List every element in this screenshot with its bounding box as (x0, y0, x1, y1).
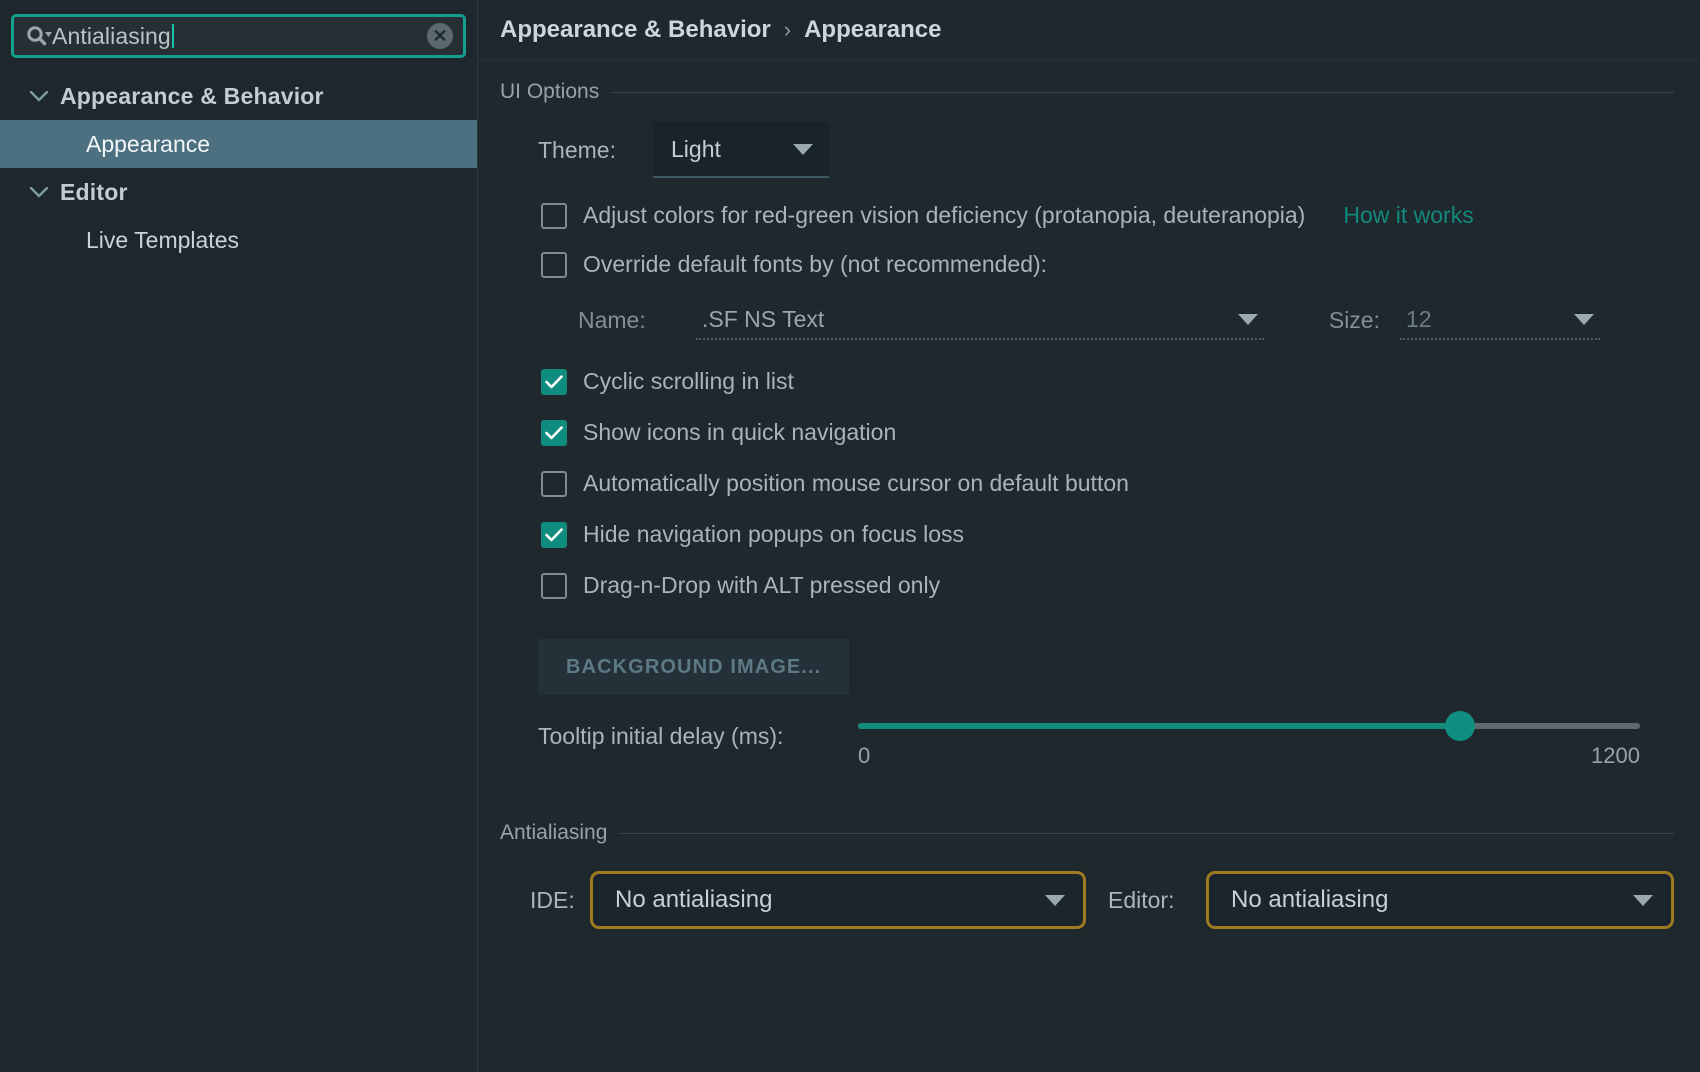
background-image-button[interactable]: BACKGROUND IMAGE... (538, 639, 850, 695)
sidebar-item-label: Appearance & Behavior (60, 82, 324, 109)
chevron-down-icon (1574, 313, 1594, 325)
tooltip-delay-slider-group: 0 1200 (858, 711, 1640, 769)
tooltip-delay-slider[interactable] (858, 711, 1640, 741)
font-name-value: .SF NS Text (702, 305, 825, 332)
checkbox-cyclic-scrolling[interactable] (541, 368, 567, 395)
font-size-select[interactable]: 12 (1400, 300, 1600, 340)
text-caret (171, 24, 174, 48)
theme-select[interactable]: Light (653, 122, 829, 178)
checkbox-drag-n-drop-alt[interactable] (541, 572, 567, 599)
tooltip-delay-label: Tooltip initial delay (ms): (538, 723, 784, 749)
checkbox-label: Show icons in quick navigation (583, 419, 897, 445)
font-name-label: Name: (578, 306, 646, 333)
font-size-label: Size: (1328, 306, 1380, 333)
sidebar-item-label: Live Templates (86, 226, 239, 253)
chevron-down-icon (1238, 313, 1258, 325)
checkbox-row-adjust-colors[interactable]: Adjust colors for red-green vision defic… (478, 202, 1700, 229)
ide-antialiasing-select[interactable]: No antialiasing (590, 871, 1086, 929)
search-icon[interactable] (26, 25, 52, 47)
tooltip-delay-row: Tooltip initial delay (ms): 0 1200 (478, 711, 1700, 769)
theme-label: Theme: (538, 136, 616, 163)
checkbox-row-cyclic-scrolling[interactable]: Cyclic scrolling in list (478, 368, 1700, 395)
checkbox-show-icons-quick-nav[interactable] (541, 419, 567, 446)
sidebar-item-appearance-and-behavior[interactable]: Appearance & Behavior (0, 72, 477, 120)
editor-antialiasing-select[interactable]: No antialiasing (1206, 871, 1674, 929)
slider-thumb[interactable] (1445, 711, 1476, 741)
checkbox-label: Cyclic scrolling in list (583, 368, 794, 394)
background-image-row: BACKGROUND IMAGE... (478, 639, 1700, 695)
settings-dialog: Antialiasing ✕ Appearance & Behavior App… (0, 0, 1700, 1072)
slider-track-fill (858, 723, 1461, 729)
theme-row: Theme: Light (478, 122, 1700, 178)
ui-options-section-header: UI Options (478, 80, 1700, 104)
checkbox-adjust-colors[interactable] (541, 202, 567, 229)
editor-antialiasing-label: Editor: (1108, 886, 1175, 913)
chevron-down-icon (1633, 894, 1653, 906)
sidebar-item-label: Editor (60, 178, 128, 205)
antialiasing-section-header: Antialiasing (478, 821, 1700, 845)
breadcrumb-root[interactable]: Appearance & Behavior (500, 16, 771, 44)
slider-min-label: 0 (858, 743, 871, 768)
section-divider (611, 91, 1674, 93)
checkbox-override-fonts[interactable] (541, 251, 567, 278)
search-input-value: Antialiasing (52, 22, 171, 49)
checkbox-row-show-icons-quick-nav[interactable]: Show icons in quick navigation (478, 419, 1700, 446)
chevron-down-icon (1045, 894, 1065, 906)
font-row: Name: .SF NS Text Size: 12 (478, 300, 1700, 340)
clear-icon[interactable]: ✕ (427, 23, 453, 49)
search-input[interactable]: Antialiasing (52, 17, 427, 55)
sidebar-item-appearance[interactable]: Appearance (0, 120, 477, 168)
settings-tree: Appearance & Behavior Appearance Editor … (0, 72, 477, 264)
how-it-works-link[interactable]: How it works (1343, 202, 1473, 229)
ui-options-title: UI Options (500, 80, 600, 103)
checkbox-label: Drag-n-Drop with ALT pressed only (583, 572, 941, 598)
sidebar-item-live-templates[interactable]: Live Templates (0, 216, 477, 264)
checkbox-row-override-fonts[interactable]: Override default fonts by (not recommend… (478, 251, 1700, 278)
breadcrumb-separator-icon: › (783, 16, 792, 42)
checkbox-label: Hide navigation popups on focus loss (583, 521, 965, 547)
sidebar-item-editor[interactable]: Editor (0, 168, 477, 216)
checkbox-label: Adjust colors for red-green vision defic… (583, 202, 1306, 228)
search-field[interactable]: Antialiasing ✕ (11, 14, 466, 58)
section-divider (619, 832, 1674, 834)
theme-select-value: Light (671, 135, 721, 162)
slider-max-label: 1200 (1591, 743, 1640, 768)
antialiasing-title: Antialiasing (500, 821, 608, 844)
checkbox-row-hide-nav-popups[interactable]: Hide navigation popups on focus loss (478, 521, 1700, 548)
font-size-value: 12 (1406, 305, 1432, 332)
ide-antialiasing-label: IDE: (530, 886, 575, 913)
ide-antialiasing-value: No antialiasing (615, 886, 773, 913)
chevron-down-icon[interactable] (26, 90, 52, 102)
checkbox-row-drag-n-drop-alt[interactable]: Drag-n-Drop with ALT pressed only (478, 572, 1700, 599)
font-name-select[interactable]: .SF NS Text (696, 300, 1264, 340)
editor-antialiasing-value: No antialiasing (1231, 886, 1389, 913)
checkbox-hide-nav-popups[interactable] (541, 521, 567, 548)
slider-ticks: 0 1200 (858, 743, 1640, 769)
settings-sidebar: Antialiasing ✕ Appearance & Behavior App… (0, 0, 478, 1072)
checkbox-label: Automatically position mouse cursor on d… (583, 470, 1129, 496)
breadcrumb: Appearance & Behavior › Appearance (478, 0, 1700, 60)
checkbox-label: Override default fonts by (not recommend… (583, 251, 1048, 277)
breadcrumb-current: Appearance (804, 15, 942, 43)
sidebar-item-label: Appearance (86, 130, 211, 157)
settings-main-panel: Appearance & Behavior › Appearance UI Op… (478, 0, 1700, 1072)
checkbox-auto-position-cursor[interactable] (541, 470, 567, 497)
antialiasing-row: IDE: No antialiasing Editor: No antialia… (478, 871, 1700, 929)
chevron-down-icon[interactable] (26, 186, 52, 198)
chevron-down-icon (793, 143, 813, 155)
checkbox-row-auto-position-cursor[interactable]: Automatically position mouse cursor on d… (478, 470, 1700, 497)
